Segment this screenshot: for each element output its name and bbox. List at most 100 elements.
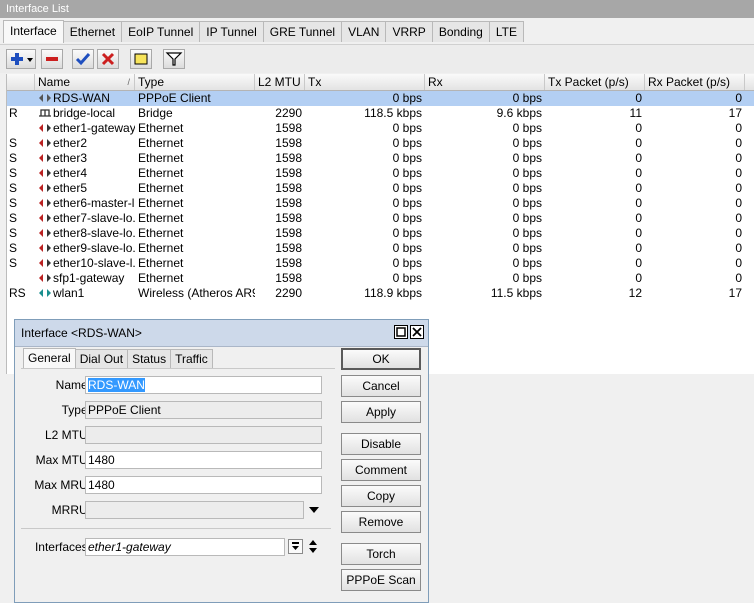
l2mtu-cell: 1598	[275, 166, 302, 180]
filter-button[interactable]	[163, 49, 185, 69]
mrru-field[interactable]	[85, 501, 304, 519]
rx-cell: 0 bps	[512, 196, 542, 210]
type-cell: Ethernet	[138, 196, 184, 210]
tab-status[interactable]: Status	[127, 349, 172, 368]
flag-cell: S	[9, 181, 18, 195]
flag-cell: S	[9, 151, 18, 165]
rx-cell: 0 bps	[512, 151, 542, 165]
tab-bonding[interactable]: Bonding	[431, 21, 490, 42]
col-rx[interactable]: Rx	[425, 74, 545, 90]
tx-packet-cell: 0	[635, 241, 642, 255]
table-row[interactable]: Sether9-slave-lo... Ethernet 1598 0 bps 0 bp…	[7, 241, 754, 256]
rx-cell: 0 bps	[512, 271, 542, 285]
interface-dialog: Interface <RDS-WAN> General Dial Out Sta…	[14, 319, 429, 603]
table-row[interactable]: Sether8-slave-lo... Ethernet 1598 0 bps 0 bp…	[7, 226, 754, 241]
ok-button[interactable]: OK	[341, 348, 421, 370]
mrru-label: MRRU:	[51, 503, 91, 517]
tab-traffic[interactable]: Traffic	[170, 349, 213, 368]
flag-cell: S	[9, 136, 18, 150]
rx-cell: 0 bps	[512, 256, 542, 270]
tab-lte[interactable]: LTE	[488, 21, 524, 42]
table-row[interactable]: Sether10-slave-l... Ethernet 1598 0 bps 0 bp…	[7, 256, 754, 271]
enable-button[interactable]	[72, 49, 94, 69]
flag-cell	[9, 271, 35, 286]
l2mtu-cell: 1598	[275, 241, 302, 255]
pppoe-scan-button[interactable]: PPPoE Scan	[341, 569, 421, 591]
table-row[interactable]: Sether6-master-l...Ethernet 1598 0 bps 0 bp…	[7, 196, 754, 211]
table-row[interactable]: Sether2 Ethernet 1598 0 bps 0 bps 0 0	[7, 136, 754, 151]
tx-packet-cell: 0	[635, 226, 642, 240]
table-row[interactable]: Sether7-slave-lo... Ethernet 1598 0 bps 0 bp…	[7, 211, 754, 226]
max-mtu-field[interactable]: 1480	[85, 451, 322, 469]
table-row[interactable]: sfp1-gateway Ethernet 1598 0 bps 0 bps 0 0	[7, 271, 754, 286]
col-tx-packet[interactable]: Tx Packet (p/s)	[545, 74, 645, 90]
rx-cell: 0 bps	[512, 181, 542, 195]
rx-cell: 11.5 kbps	[490, 286, 542, 300]
tab-vrrp[interactable]: VRRP	[385, 21, 433, 42]
tab-vlan[interactable]: VLAN	[341, 21, 387, 42]
type-cell: PPPoE Client	[138, 91, 211, 105]
col-tx[interactable]: Tx	[305, 74, 425, 90]
max-mtu-label: Max MTU:	[35, 453, 91, 467]
rx-packet-cell: 0	[735, 136, 742, 150]
comment-button[interactable]	[130, 49, 152, 69]
tab-ethernet[interactable]: Ethernet	[62, 21, 123, 42]
copy-button[interactable]: Copy	[341, 485, 421, 507]
dialog-tab-bar: General Dial Out Status Traffic	[23, 348, 213, 369]
apply-button[interactable]: Apply	[341, 401, 421, 423]
table-row[interactable]: ether1-gateway Ethernet 1598 0 bps 0 bps 0 0	[7, 121, 754, 136]
l2mtu-cell: 1598	[275, 196, 302, 210]
checkmark-icon	[75, 53, 91, 66]
mrru-dropdown-icon[interactable]	[308, 505, 320, 515]
tx-packet-cell: 0	[635, 256, 642, 270]
tx-packet-cell: 0	[635, 181, 642, 195]
col-name[interactable]: Name /	[35, 74, 135, 90]
cancel-button[interactable]: Cancel	[341, 375, 421, 397]
flag-cell: S	[9, 241, 18, 255]
close-button[interactable]	[410, 325, 424, 339]
tx-cell: 0 bps	[392, 241, 422, 255]
tab-dial-out[interactable]: Dial Out	[74, 349, 129, 368]
table-row[interactable]: Sether3 Ethernet 1598 0 bps 0 bps 0 0	[7, 151, 754, 166]
col-l2mtu[interactable]: L2 MTU	[255, 74, 305, 90]
tab-interface[interactable]: Interface	[3, 20, 64, 43]
torch-button[interactable]: Torch	[341, 543, 421, 565]
disable-dialog-button[interactable]: Disable	[341, 433, 421, 455]
tx-cell: 0 bps	[392, 226, 422, 240]
col-rx-packet[interactable]: Rx Packet (p/s)	[645, 74, 745, 90]
remove-dialog-button[interactable]: Remove	[341, 511, 421, 533]
maximize-button[interactable]	[394, 325, 408, 339]
name-cell: ether6-master-l...	[53, 196, 135, 210]
type-cell: Ethernet	[138, 136, 184, 150]
tab-eoip-tunnel[interactable]: EoIP Tunnel	[121, 21, 201, 42]
tab-ip-tunnel[interactable]: IP Tunnel	[199, 21, 264, 42]
name-cell: ether10-slave-l...	[53, 256, 135, 270]
add-button[interactable]	[6, 49, 36, 69]
name-field[interactable]: RDS-WAN	[85, 376, 322, 394]
col-type[interactable]: Type	[135, 74, 255, 90]
tab-gre-tunnel[interactable]: GRE Tunnel	[262, 21, 343, 42]
table-row[interactable]: Sether5 Ethernet 1598 0 bps 0 bps 0 0	[7, 181, 754, 196]
dropdown-arrow-icon	[292, 542, 299, 550]
comment-dialog-button[interactable]: Comment	[341, 459, 421, 481]
table-row[interactable]: Sether4 Ethernet 1598 0 bps 0 bps 0 0	[7, 166, 754, 181]
tx-packet-cell: 0	[635, 91, 642, 105]
table-header: Name / Type L2 MTU Tx Rx Tx Packet (p/s) …	[7, 74, 754, 91]
max-mru-field[interactable]: 1480	[85, 476, 322, 494]
tx-cell: 0 bps	[392, 256, 422, 270]
table-row[interactable]: RS wlan1 Wireless (Atheros AR9... 2290 118.9…	[7, 286, 754, 301]
disable-button[interactable]	[97, 49, 119, 69]
table-row[interactable]: Rbridge-local Bridge 2290 118.5 kbps 9.6 kbp…	[7, 106, 754, 121]
dialog-titlebar[interactable]: Interface <RDS-WAN>	[15, 320, 428, 347]
rx-packet-cell: 0	[735, 121, 742, 135]
updown-arrows-icon[interactable]	[307, 539, 319, 555]
col-flags[interactable]	[7, 74, 35, 90]
interfaces-field[interactable]: ether1-gateway	[85, 538, 285, 556]
tab-general[interactable]: General	[23, 348, 76, 369]
x-icon	[101, 52, 115, 66]
tx-cell: 0 bps	[392, 121, 422, 135]
interfaces-dropdown-button[interactable]	[288, 539, 303, 554]
remove-button[interactable]	[41, 49, 63, 69]
rx-packet-cell: 0	[735, 241, 742, 255]
table-row[interactable]: RDS-WAN PPPoE Client 0 bps 0 bps 0 0	[7, 91, 754, 106]
